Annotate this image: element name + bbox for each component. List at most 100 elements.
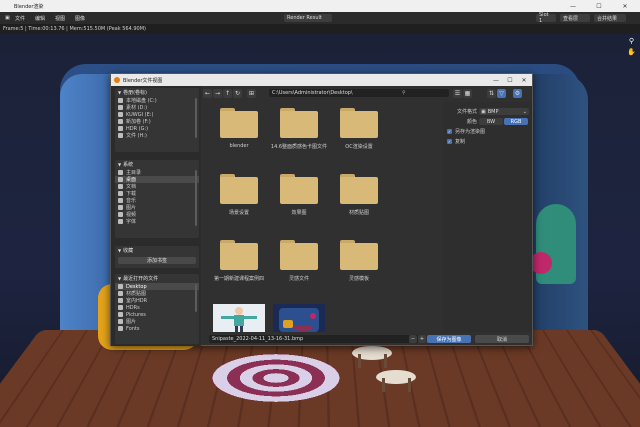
- copy-checkbox[interactable]: ✓ 复制: [447, 138, 465, 145]
- back-arrow-icon[interactable]: ←: [203, 89, 212, 98]
- hand-icon[interactable]: ✋: [627, 47, 636, 56]
- slot-select[interactable]: Slot 1: [536, 14, 556, 22]
- drive-icon: [118, 105, 123, 110]
- recent-header[interactable]: ▼ 最近打开的文件: [115, 274, 199, 283]
- stool-leg: [382, 378, 385, 392]
- folder-item[interactable]: 灵感模板: [329, 236, 389, 292]
- system-scrollbar[interactable]: [195, 170, 197, 226]
- system-downloads[interactable]: 下载: [115, 190, 199, 197]
- folder-item[interactable]: OC渲染设置: [329, 104, 389, 160]
- volume-h[interactable]: 文件 (H:): [115, 132, 199, 139]
- image-item[interactable]: [209, 300, 269, 332]
- recent-item-pictures[interactable]: Pictures: [115, 311, 199, 318]
- save-image-button[interactable]: 保存为图像: [427, 335, 471, 343]
- volumes-scrollbar[interactable]: [195, 98, 197, 138]
- close-window-button[interactable]: ✕: [614, 0, 636, 12]
- forward-arrow-icon[interactable]: →: [213, 89, 222, 98]
- dialog-maximize-button[interactable]: ☐: [503, 74, 517, 86]
- recent-item-hdrs[interactable]: HDRs: [115, 304, 199, 311]
- folder-item[interactable]: 灵感文件: [269, 236, 329, 292]
- volumes-header[interactable]: ▼ 卷册(卷标): [115, 88, 199, 97]
- folder-item[interactable]: 场景设置: [209, 170, 269, 226]
- recent-item-fonts[interactable]: Fonts: [115, 325, 199, 332]
- directory-path-field[interactable]: C:\Users\Administrator\Desktop\: [269, 89, 405, 97]
- menu-view[interactable]: 视图: [50, 15, 70, 22]
- folder-item[interactable]: 第一期新建课程案例四: [209, 236, 269, 292]
- menu-edit[interactable]: 编辑: [30, 15, 50, 22]
- blender-logo-icon: [114, 77, 120, 83]
- volume-f[interactable]: 新加卷 (F:): [115, 118, 199, 125]
- sort-icon[interactable]: ⇅: [487, 89, 496, 98]
- thumbnail-view-icon[interactable]: ▦: [463, 89, 472, 98]
- new-folder-icon[interactable]: ⊞: [247, 89, 256, 98]
- add-bookmark-button[interactable]: 添加书签: [118, 257, 196, 264]
- system-home[interactable]: 主目录: [115, 169, 199, 176]
- system-pictures[interactable]: 图片: [115, 204, 199, 211]
- volume-c[interactable]: 本地磁盘 (C:): [115, 97, 199, 104]
- recent-scrollbar[interactable]: [195, 284, 197, 312]
- system-desktop[interactable]: 桌面: [115, 176, 199, 183]
- folder-item[interactable]: 14.6整面质感色卡图文件: [269, 104, 329, 160]
- settings-gear-icon[interactable]: ⚙: [513, 89, 522, 98]
- dialog-sidebar: ▼ 卷册(卷标) 本地磁盘 (C:) 素材 (D:) KUWGI (E:) 新加卷…: [111, 86, 201, 346]
- volume-e[interactable]: KUWGI (E:): [115, 111, 199, 118]
- editor-type-icon[interactable]: ▣: [0, 15, 10, 21]
- system-header[interactable]: ▼ 系统: [115, 160, 199, 169]
- search-icon[interactable]: ⚲: [627, 36, 636, 45]
- folder-icon: [118, 319, 123, 324]
- font-icon: [118, 219, 123, 224]
- folder-icon: [118, 291, 123, 296]
- image-name-field[interactable]: Render Result: [284, 14, 332, 22]
- color-bw-option[interactable]: BW: [479, 118, 503, 125]
- maximize-button[interactable]: ☐: [588, 0, 610, 12]
- dialog-minimize-button[interactable]: —: [489, 74, 503, 86]
- folder-icon: [220, 108, 258, 138]
- filter-icon[interactable]: ▽: [497, 89, 506, 98]
- system-fonts[interactable]: 字体: [115, 218, 199, 225]
- folder-icon: [340, 174, 378, 204]
- system-documents[interactable]: 文档: [115, 183, 199, 190]
- folder-icon: [118, 284, 123, 289]
- parent-directory-icon[interactable]: ↑: [223, 89, 232, 98]
- recent-item-images[interactable]: 图片: [115, 318, 199, 325]
- folder-icon: [118, 298, 123, 303]
- minimize-button[interactable]: —: [562, 0, 584, 12]
- file-grid: blender 14.6整面质感色卡图文件 OC渲染设置 场景设置 效果图 材质…: [209, 104, 441, 332]
- save-as-render-checkbox[interactable]: ✓ 另存为渲染图: [447, 128, 485, 135]
- folder-item[interactable]: 效果图: [269, 170, 329, 226]
- bookmarks-header[interactable]: ▼ 收藏: [115, 246, 199, 255]
- file-format-select[interactable]: ▣ BMP ⌄: [479, 108, 529, 115]
- volume-g[interactable]: HDR (G:): [115, 125, 199, 132]
- filename-input[interactable]: Snipaste_2022-04-11_13-16-31.bmp: [209, 335, 419, 343]
- recent-item-desktop[interactable]: Desktop: [115, 283, 199, 290]
- stool-leg: [358, 354, 361, 368]
- system-videos[interactable]: 视频: [115, 211, 199, 218]
- folder-icon: [280, 108, 318, 138]
- dialog-title-bar: Blender文件视图 — ☐ ✕: [111, 74, 532, 86]
- recent-panel: ▼ 最近打开的文件 Desktop 材质贴图 室内HDR HDRs Picture…: [115, 274, 199, 344]
- pink-ball: [530, 252, 552, 274]
- pass-select[interactable]: 合并结果: [594, 14, 626, 22]
- folder-item[interactable]: 材质贴图: [329, 170, 389, 226]
- character-thumbnail: [213, 304, 265, 332]
- menu-image[interactable]: 图像: [70, 15, 90, 22]
- search-icon: ⚲: [402, 90, 406, 96]
- image-item[interactable]: [269, 300, 329, 332]
- search-input[interactable]: ⚲: [399, 89, 449, 97]
- folder-item[interactable]: blender: [209, 104, 269, 160]
- cancel-button[interactable]: 取消: [475, 335, 529, 343]
- recent-item-textures[interactable]: 材质贴图: [115, 290, 199, 297]
- dialog-close-button[interactable]: ✕: [517, 74, 531, 86]
- system-music[interactable]: 音乐: [115, 197, 199, 204]
- layer-select[interactable]: 查看层: [560, 14, 590, 22]
- decrement-button[interactable]: −: [409, 335, 417, 343]
- menu-file[interactable]: 文件: [10, 15, 30, 22]
- color-rgb-option[interactable]: RGB: [504, 118, 528, 125]
- list-view-icon[interactable]: ☰: [453, 89, 462, 98]
- increment-button[interactable]: +: [418, 335, 426, 343]
- recent-item-indoor-hdr[interactable]: 室内HDR: [115, 297, 199, 304]
- refresh-icon[interactable]: ↻: [233, 89, 242, 98]
- options-panel: 文件格式 ▣ BMP ⌄ 颜色 BW RGB ✓ 另存为渲染图 ✓ 复制: [443, 102, 532, 332]
- volume-d[interactable]: 素材 (D:): [115, 104, 199, 111]
- round-rug: [212, 354, 340, 402]
